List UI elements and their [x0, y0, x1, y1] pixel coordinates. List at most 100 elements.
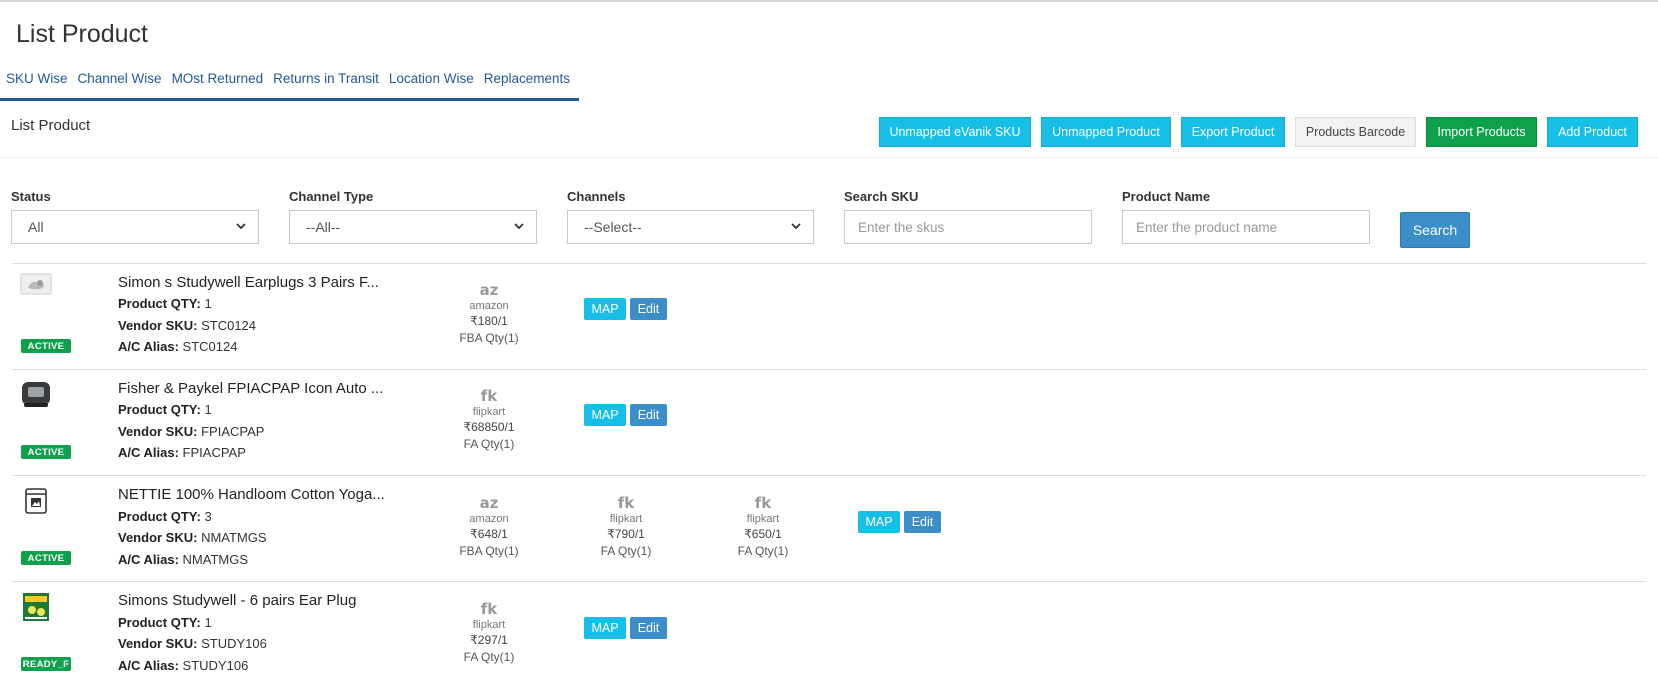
channels-select[interactable]: --Select--: [567, 210, 814, 244]
channel-listing: fk flipkart ₹790/1 FA Qty(1): [571, 494, 681, 560]
section-divider: [0, 157, 1658, 158]
flipkart-logo-icon: fk: [617, 494, 635, 512]
edit-button[interactable]: Edit: [630, 404, 667, 426]
channel-qty: FA Qty(1): [600, 544, 652, 558]
tab-sku-wise[interactable]: SKU Wise: [6, 62, 68, 86]
tab-replacements[interactable]: Replacements: [484, 62, 570, 86]
channel-name: flipkart: [472, 406, 506, 418]
channel-name: amazon: [469, 300, 509, 312]
channel-listing: fk flipkart ₹297/1 FA Qty(1): [434, 600, 544, 666]
map-button[interactable]: MAP: [584, 298, 626, 320]
search-button[interactable]: Search: [1400, 212, 1470, 248]
channel-listing: az amazon ₹648/1 FBA Qty(1): [434, 494, 544, 560]
product-qty: Product QTY: 1: [118, 402, 212, 417]
edit-button[interactable]: Edit: [630, 298, 667, 320]
channel-type-select[interactable]: --All--: [289, 210, 537, 244]
status-badge: ACTIVE: [21, 551, 71, 565]
product-qty-value: 3: [204, 509, 212, 524]
flipkart-logo-icon: fk: [480, 600, 498, 618]
row-divider: [12, 263, 1646, 264]
vendor-sku-label: Vendor SKU:: [118, 318, 198, 333]
account-alias: A/C Alias: FPIACPAP: [118, 445, 246, 460]
status-select[interactable]: All: [11, 210, 259, 244]
product-qty: Product QTY: 1: [118, 615, 212, 630]
channel-listing: fk flipkart ₹68850/1 FA Qty(1): [434, 387, 544, 453]
row-divider: [12, 581, 1646, 582]
product-qty-label: Product QTY:: [118, 296, 201, 311]
product-name-link[interactable]: NETTIE 100% Handloom Cotton Yoga...: [118, 486, 385, 503]
product-name-link[interactable]: Simon s Studywell Earplugs 3 Pairs F...: [118, 274, 379, 291]
status-badge: ACTIVE: [21, 445, 71, 459]
map-button[interactable]: MAP: [584, 617, 626, 639]
status-select-value: All: [28, 219, 44, 235]
product-name-input[interactable]: Enter the product name: [1122, 210, 1370, 244]
unmapped-evanik-sku-button[interactable]: Unmapped eVanik SKU: [879, 117, 1031, 147]
channels-filter-label: Channels: [567, 189, 626, 204]
chevron-down-icon: [514, 223, 524, 230]
earplug-pack-icon: [23, 593, 49, 621]
status-filter-label: Status: [11, 189, 51, 204]
cpap-device-icon: [22, 382, 50, 407]
add-product-button[interactable]: Add Product: [1547, 117, 1638, 147]
channel-qty: FA Qty(1): [463, 437, 515, 451]
channel-name: flipkart: [609, 513, 643, 525]
map-button[interactable]: MAP: [584, 404, 626, 426]
vendor-sku-value: NMATMGS: [201, 530, 267, 545]
account-alias-label: A/C Alias:: [118, 658, 179, 673]
row-divider: [12, 475, 1646, 476]
edit-button[interactable]: Edit: [904, 511, 941, 533]
search-sku-input[interactable]: Enter the skus: [844, 210, 1092, 244]
vendor-sku-label: Vendor SKU:: [118, 636, 198, 651]
vendor-sku-label: Vendor SKU:: [118, 424, 198, 439]
products-barcode-button[interactable]: Products Barcode: [1295, 117, 1416, 147]
channel-type-select-value: --All--: [306, 219, 341, 235]
channel-listing: az amazon ₹180/1 FBA Qty(1): [434, 281, 544, 347]
tab-channel-wise[interactable]: Channel Wise: [78, 62, 162, 86]
channel-name: flipkart: [472, 619, 506, 631]
product-qty-label: Product QTY:: [118, 402, 201, 417]
tab-returns-in-transit[interactable]: Returns in Transit: [273, 62, 379, 86]
product-name-link[interactable]: Simons Studywell - 6 pairs Ear Plug: [118, 592, 356, 609]
vendor-sku-value: STC0124: [201, 318, 257, 333]
section-title: List Product: [11, 117, 91, 134]
vendor-sku-value: FPIACPAP: [201, 424, 265, 439]
edit-button[interactable]: Edit: [630, 617, 667, 639]
channel-name: flipkart: [746, 513, 780, 525]
channel-qty: FA Qty(1): [737, 544, 789, 558]
product-qty-value: 1: [204, 402, 212, 417]
account-alias-value: STUDY106: [182, 658, 249, 673]
export-product-button[interactable]: Export Product: [1181, 117, 1285, 147]
view-tabs: SKU Wise Channel Wise MOst Returned Retu…: [0, 62, 579, 101]
channel-qty: FBA Qty(1): [459, 331, 519, 345]
amazon-logo-icon: az: [479, 281, 499, 299]
vendor-sku: Vendor SKU: NMATMGS: [118, 530, 267, 545]
tab-most-returned[interactable]: MOst Returned: [172, 62, 264, 86]
product-name-link[interactable]: Fisher & Paykel FPIACPAP Icon Auto ...: [118, 380, 383, 397]
product-qty: Product QTY: 1: [118, 296, 212, 311]
channel-price: ₹297/1: [470, 633, 508, 647]
unmapped-product-button[interactable]: Unmapped Product: [1041, 117, 1171, 147]
product-qty-label: Product QTY:: [118, 509, 201, 524]
map-button[interactable]: MAP: [858, 511, 900, 533]
channel-name: amazon: [469, 513, 509, 525]
channel-qty: FBA Qty(1): [459, 544, 519, 558]
product-qty: Product QTY: 3: [118, 509, 212, 524]
flipkart-logo-icon: fk: [754, 494, 772, 512]
channels-select-value: --Select--: [584, 219, 642, 235]
channel-price: ₹648/1: [470, 527, 508, 541]
import-products-button[interactable]: Import Products: [1426, 117, 1537, 147]
product-qty-label: Product QTY:: [118, 615, 201, 630]
account-alias-label: A/C Alias:: [118, 339, 179, 354]
product-qty-value: 1: [204, 615, 212, 630]
channel-listing: fk flipkart ₹650/1 FA Qty(1): [708, 494, 818, 560]
channel-price: ₹790/1: [607, 527, 645, 541]
account-alias-value: STC0124: [182, 339, 238, 354]
product-qty-value: 1: [204, 296, 212, 311]
chevron-down-icon: [791, 223, 801, 230]
channel-price: ₹68850/1: [463, 420, 515, 434]
account-alias: A/C Alias: NMATMGS: [118, 552, 248, 567]
amazon-logo-icon: az: [479, 494, 499, 512]
channel-type-filter-label: Channel Type: [289, 189, 374, 204]
account-alias-value: FPIACPAP: [182, 445, 246, 460]
tab-location-wise[interactable]: Location Wise: [389, 62, 474, 86]
